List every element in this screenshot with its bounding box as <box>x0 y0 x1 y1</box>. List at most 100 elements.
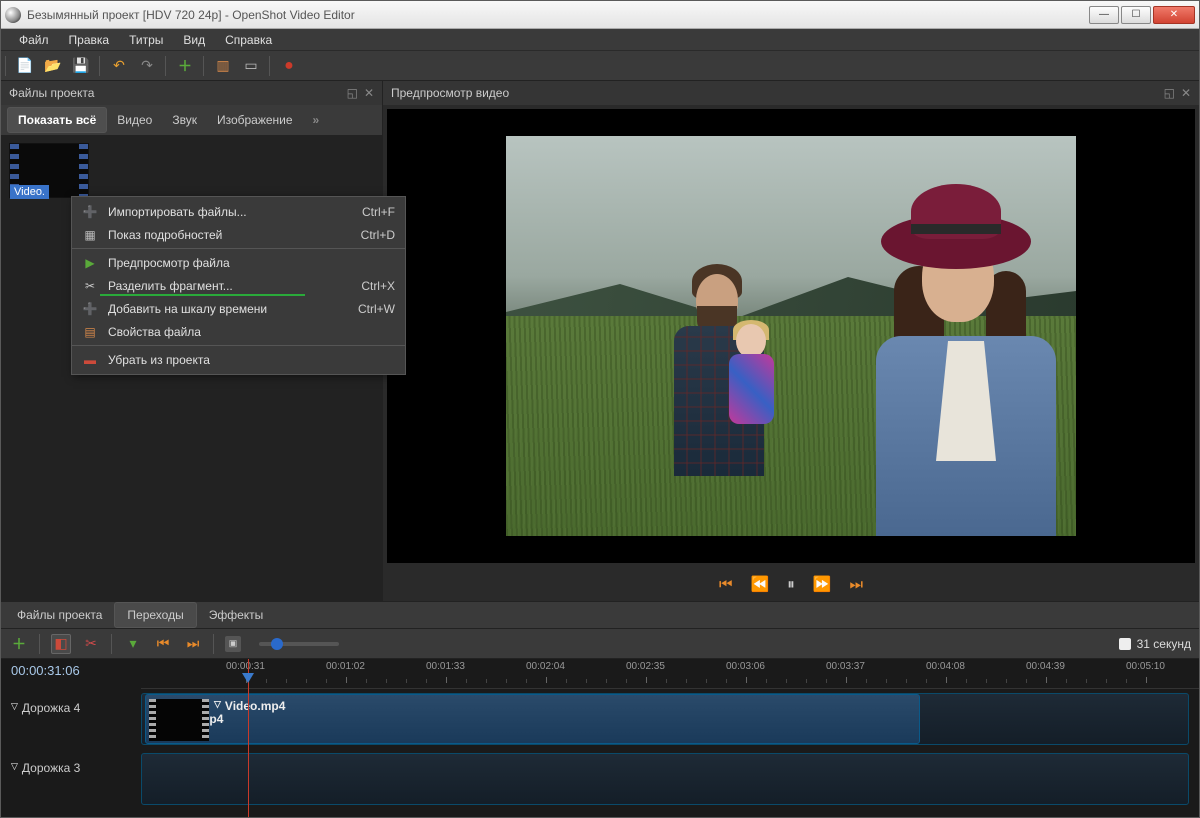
pause-icon[interactable]: ⏸ <box>787 576 795 593</box>
tab-more[interactable]: » <box>303 108 330 132</box>
file-filter-tabs: Показать всё Видео Звук Изображение » <box>1 105 382 135</box>
clip-thumbnail <box>149 699 209 741</box>
track-3[interactable] <box>141 753 1189 805</box>
tab-show-all[interactable]: Показать всё <box>7 107 107 133</box>
razor-icon[interactable]: ✂ <box>81 634 101 654</box>
preview-panel-header: Предпросмотр видео ◱ ✕ <box>383 81 1199 105</box>
timeline-ruler[interactable]: 00:00:3100:01:0200:01:3300:02:0400:02:35… <box>141 659 1199 689</box>
import-icon[interactable]: ＋ <box>175 56 195 76</box>
menu-item-icon: ➕ <box>82 302 98 316</box>
minimize-button[interactable]: — <box>1089 6 1119 24</box>
ruler-label: 00:03:06 <box>726 661 765 672</box>
center-playhead-icon[interactable]: ▣ <box>225 636 241 652</box>
next-marker-icon[interactable]: ⏭ <box>183 634 203 654</box>
menu-item-icon: ▬ <box>82 353 98 367</box>
file-thumbnail-label: Video. <box>10 185 49 199</box>
close-panel-icon[interactable]: ✕ <box>1181 86 1191 100</box>
rewind-icon[interactable]: ⏪ <box>751 575 770 593</box>
menu-item-shortcut: Ctrl+W <box>358 302 395 316</box>
menu-help[interactable]: Справка <box>215 30 282 50</box>
preview-viewport[interactable] <box>387 109 1195 563</box>
window-title: Безымянный проект [HDV 720 24p] - OpenSh… <box>27 8 1089 22</box>
chevron-down-icon: ▽ <box>11 701 18 712</box>
export-icon[interactable]: ● <box>279 56 299 76</box>
zoom-display: 31 секунд <box>1119 637 1191 651</box>
menu-item-icon: ✂ <box>82 279 98 293</box>
ruler-label: 00:02:35 <box>626 661 665 672</box>
menu-item-icon: ▤ <box>82 325 98 339</box>
preview-panel-title: Предпросмотр видео <box>391 86 509 100</box>
video-frame <box>506 136 1076 536</box>
tab-project-files[interactable]: Файлы проекта <box>5 603 114 627</box>
context-menu-item[interactable]: ▤ Свойства файла <box>72 320 405 343</box>
prev-marker-icon[interactable]: ⏮ <box>153 634 173 654</box>
menu-file[interactable]: Файл <box>9 30 59 50</box>
menu-edit[interactable]: Правка <box>59 30 120 50</box>
ruler-label: 00:04:08 <box>926 661 965 672</box>
playback-controls: ⏮ ⏪ ⏸ ⏩ ⏭ <box>383 567 1199 601</box>
content-area: Файлы проекта ◱ ✕ Показать всё Видео Звук… <box>1 81 1199 817</box>
zoom-indicator-icon <box>1119 638 1131 650</box>
menu-item-label: Убрать из проекта <box>108 353 210 367</box>
snap-icon[interactable]: ◧ <box>51 634 71 654</box>
menubar: Файл Правка Титры Вид Справка <box>1 29 1199 51</box>
menu-item-shortcut: Ctrl+F <box>362 205 395 219</box>
detach-icon[interactable]: ◱ <box>347 86 358 100</box>
jump-start-icon[interactable]: ⏮ <box>719 576 733 593</box>
save-project-icon[interactable]: 💾 <box>71 56 91 76</box>
file-thumbnail[interactable]: Video. <box>9 143 89 198</box>
timeline-toolbar: ＋ ◧ ✂ ▾ ⏮ ⏭ ▣ 31 секунд <box>1 629 1199 659</box>
context-menu-item[interactable]: ▶ Предпросмотр файла <box>72 251 405 274</box>
menu-item-label: Свойства файла <box>108 325 201 339</box>
profile-icon[interactable]: ▥ <box>213 56 233 76</box>
menu-item-label: Разделить фрагмент... <box>108 279 233 293</box>
add-track-icon[interactable]: ＋ <box>9 634 29 654</box>
marker-icon[interactable]: ▾ <box>123 634 143 654</box>
context-menu-item[interactable]: ➕Импортировать файлы...Ctrl+F <box>72 200 405 223</box>
maximize-button[interactable]: ☐ <box>1121 6 1151 24</box>
tab-video[interactable]: Видео <box>107 108 162 132</box>
toolbar-divider <box>5 56 7 76</box>
fullscreen-icon[interactable]: ▭ <box>241 56 261 76</box>
menu-separator <box>72 345 405 346</box>
close-panel-icon[interactable]: ✕ <box>364 86 374 100</box>
timeline-clip[interactable]: ▽ Video.mp4 ▽Video.mp4 <box>145 694 920 744</box>
ruler-label: 00:04:39 <box>1026 661 1065 672</box>
menu-view[interactable]: Вид <box>173 30 215 50</box>
ruler-label: 00:00:31 <box>226 661 265 672</box>
titlebar[interactable]: Безымянный проект [HDV 720 24p] - OpenSh… <box>1 1 1199 29</box>
menu-item-shortcut: Ctrl+X <box>361 279 395 293</box>
new-project-icon[interactable]: 📄 <box>15 56 35 76</box>
menu-item-label: Показ подробностей <box>108 228 222 242</box>
playhead[interactable] <box>248 659 249 817</box>
menu-item-icon: ▶ <box>82 256 98 270</box>
ruler-label: 00:02:04 <box>526 661 565 672</box>
open-project-icon[interactable]: 📂 <box>43 56 63 76</box>
tab-image[interactable]: Изображение <box>207 108 303 132</box>
close-button[interactable]: ✕ <box>1153 6 1195 24</box>
track-4-label[interactable]: ▽Дорожка 4 <box>11 697 80 749</box>
track-4[interactable]: ▽ Video.mp4 ▽Video.mp4 <box>141 693 1189 745</box>
detach-icon[interactable]: ◱ <box>1164 86 1175 100</box>
toolbar-divider <box>165 56 167 76</box>
app-icon <box>5 7 21 23</box>
context-menu-item[interactable]: ▦Показ подробностейCtrl+D <box>72 223 405 246</box>
tab-transitions[interactable]: Переходы <box>114 602 196 628</box>
track-3-label[interactable]: ▽Дорожка 3 <box>11 757 80 809</box>
ruler-label: 00:05:10 <box>1126 661 1165 672</box>
timeline[interactable]: 00:00:31:06 00:00:3100:01:0200:01:3300:0… <box>1 659 1199 817</box>
menu-separator <box>72 248 405 249</box>
redo-icon[interactable]: ↷ <box>137 56 157 76</box>
app-window: Безымянный проект [HDV 720 24p] - OpenSh… <box>0 0 1200 818</box>
context-menu-item[interactable]: ▬ Убрать из проекта <box>72 348 405 371</box>
tab-audio[interactable]: Звук <box>162 108 207 132</box>
context-menu-item[interactable]: ✂ Разделить фрагмент... Ctrl+X <box>72 274 405 297</box>
jump-end-icon[interactable]: ⏭ <box>849 576 863 593</box>
forward-icon[interactable]: ⏩ <box>813 575 832 593</box>
zoom-slider[interactable] <box>259 642 339 646</box>
context-menu-item[interactable]: ➕Добавить на шкалу времениCtrl+W <box>72 297 405 320</box>
menu-item-label: Предпросмотр файла <box>108 256 230 270</box>
menu-titles[interactable]: Титры <box>119 30 173 50</box>
tab-effects[interactable]: Эффекты <box>197 603 276 627</box>
undo-icon[interactable]: ↶ <box>109 56 129 76</box>
